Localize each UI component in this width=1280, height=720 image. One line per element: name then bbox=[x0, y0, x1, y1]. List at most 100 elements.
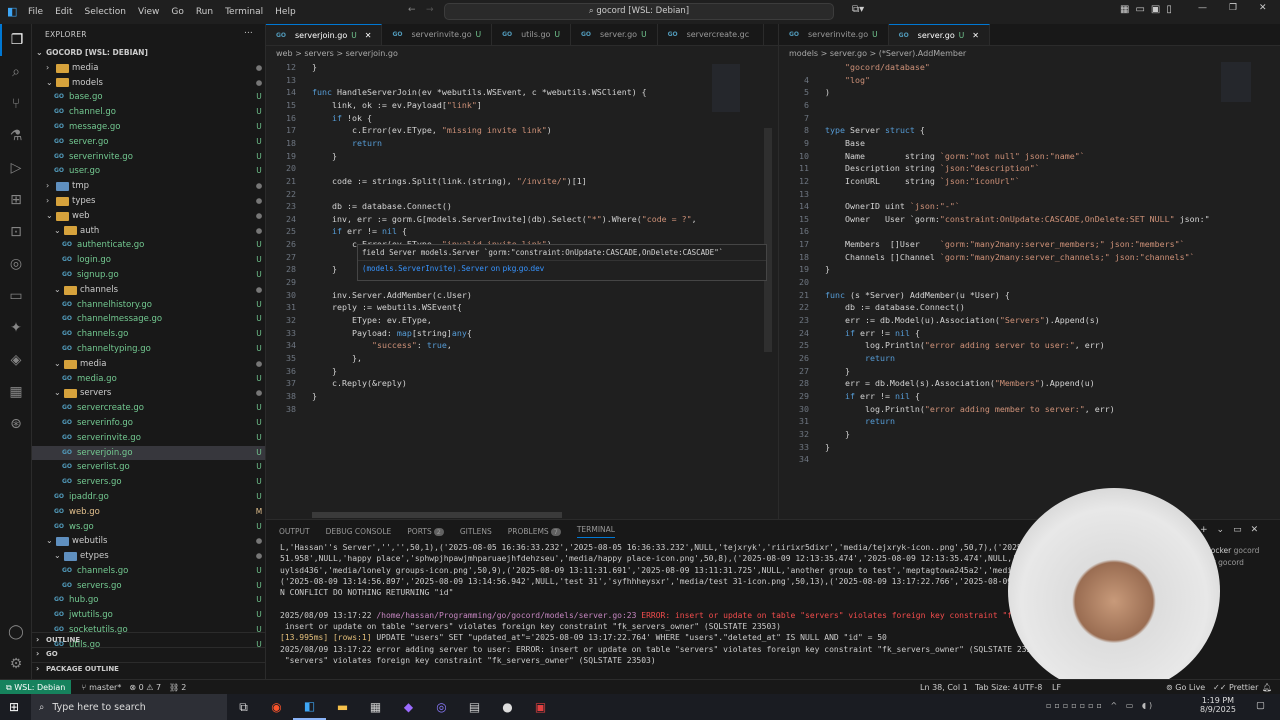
task-view-icon[interactable]: ⧉ bbox=[227, 694, 260, 720]
folder-item[interactable]: ⌄ media ● bbox=[32, 357, 265, 372]
close-window-icon[interactable]: ✕ bbox=[1259, 3, 1267, 13]
folder-item[interactable]: ⌄ etypes ● bbox=[32, 549, 265, 564]
section-outline[interactable]: › OUTLINE bbox=[32, 632, 265, 647]
more-actions-icon[interactable]: ⋯ bbox=[244, 28, 253, 38]
command-center-search[interactable]: ⌕ gocord [WSL: Debian] bbox=[444, 3, 834, 20]
menu-help[interactable]: Help bbox=[269, 7, 302, 17]
file-explorer-icon[interactable]: ▬ bbox=[326, 694, 359, 720]
app-icon-2[interactable]: ◆ bbox=[392, 694, 425, 720]
vertical-scrollbar-left[interactable] bbox=[764, 128, 772, 352]
back-arrow-icon[interactable]: ← bbox=[408, 5, 416, 15]
folder-item[interactable]: ⌄ webutils ● bbox=[32, 534, 265, 549]
cursor-position[interactable]: Ln 38, Col 1 bbox=[920, 683, 968, 692]
file-item[interactable]: GO hub.go U bbox=[32, 593, 265, 608]
section-go[interactable]: › GO bbox=[32, 646, 265, 662]
ports-status[interactable]: 2 bbox=[181, 683, 186, 692]
file-item[interactable]: GO channels.go U bbox=[32, 327, 265, 342]
notifications-bell-icon[interactable]: 🔔︎ bbox=[1262, 683, 1272, 692]
file-item[interactable]: GO signup.go U bbox=[32, 268, 265, 283]
github-icon[interactable]: ● bbox=[491, 694, 524, 720]
file-item[interactable]: GO base.go U bbox=[32, 90, 265, 105]
menu-run[interactable]: Run bbox=[190, 7, 219, 17]
minimize-icon[interactable]: — bbox=[1198, 3, 1207, 13]
python-icon[interactable]: ✦ bbox=[0, 312, 32, 344]
panel-tab-gitlens[interactable]: GITLENS bbox=[460, 527, 492, 536]
menu-file[interactable]: File bbox=[22, 7, 49, 17]
hover-pkg-link[interactable]: on pkg.go.dev bbox=[488, 264, 544, 273]
workspace-root[interactable]: ⌄ GOCORD [WSL: DEBIAN] bbox=[32, 46, 265, 61]
file-item[interactable]: GO servers.go U bbox=[32, 579, 265, 594]
app-icon-3[interactable]: ▣ bbox=[524, 694, 557, 720]
panel-tab-ports[interactable]: PORTS 2 bbox=[407, 527, 444, 536]
layout-icons[interactable]: ▦▭▣▯ bbox=[1120, 4, 1178, 15]
editor-tab[interactable]: GO serverinvite.go U bbox=[779, 24, 889, 45]
panel-tab-debug-console[interactable]: DEBUG CONSOLE bbox=[326, 527, 392, 536]
file-item[interactable]: GO serverinvite.go U bbox=[32, 431, 265, 446]
file-item[interactable]: GO ipaddr.go U bbox=[32, 490, 265, 505]
file-item[interactable]: GO jwtutils.go U bbox=[32, 608, 265, 623]
folder-item[interactable]: › tmp ● bbox=[32, 179, 265, 194]
file-item[interactable]: GO serverinfo.go U bbox=[32, 416, 265, 431]
clock[interactable]: 1:19 PM 8/9/2025 bbox=[1200, 696, 1236, 714]
file-item[interactable]: GO media.go U bbox=[32, 372, 265, 387]
run-debug-icon[interactable]: ▷ bbox=[0, 152, 32, 184]
forward-arrow-icon[interactable]: → bbox=[426, 5, 434, 15]
file-item[interactable]: GO serverjoin.go U bbox=[32, 445, 265, 461]
file-item[interactable]: GO web.go M bbox=[32, 505, 265, 520]
brave-browser-icon[interactable]: ◉ bbox=[260, 694, 293, 720]
search-view-icon[interactable]: ⌕ bbox=[0, 56, 32, 88]
remote-indicator[interactable]: ⧉ WSL: Debian bbox=[0, 679, 72, 695]
panel-tab-output[interactable]: OUTPUT bbox=[279, 527, 310, 536]
menu-selection[interactable]: Selection bbox=[79, 7, 132, 17]
file-item[interactable]: GO channeltyping.go U bbox=[32, 342, 265, 357]
file-item[interactable]: GO channelmessage.go U bbox=[32, 312, 265, 327]
restore-icon[interactable]: ❐ bbox=[1229, 3, 1237, 13]
gitlens-icon[interactable]: ◎ bbox=[0, 248, 32, 280]
terminal-instance[interactable]: docker gocord bbox=[1206, 546, 1280, 558]
docker-icon[interactable]: ◈ bbox=[0, 344, 32, 376]
encoding[interactable]: UTF-8 bbox=[1019, 683, 1042, 692]
vscode-taskbar-icon[interactable]: ◧ bbox=[293, 694, 326, 720]
database-icon[interactable]: ⊛ bbox=[0, 408, 32, 440]
file-item[interactable]: GO message.go U bbox=[32, 120, 265, 135]
testing-icon[interactable]: ⚗ bbox=[0, 120, 32, 152]
terminal-app-icon[interactable]: ▤ bbox=[458, 694, 491, 720]
file-item[interactable]: GO ws.go U bbox=[32, 520, 265, 535]
horizontal-scrollbar-left[interactable] bbox=[312, 512, 562, 518]
code-editor-left[interactable]: 12} 13 14 func HandleServerJoin(ev *webutil… bbox=[266, 62, 778, 512]
editor-tab[interactable]: GO servercreate.gc bbox=[658, 24, 765, 45]
close-tab-icon[interactable]: ✕ bbox=[365, 31, 372, 40]
folder-item[interactable]: ⌄ channels ● bbox=[32, 283, 265, 298]
prettier[interactable]: ✓✓ Prettier bbox=[1213, 683, 1258, 692]
panel-tab-terminal[interactable]: TERMINAL bbox=[576, 525, 615, 538]
file-item[interactable]: GO serverlist.go U bbox=[32, 460, 265, 475]
file-item[interactable]: GO servercreate.go U bbox=[32, 401, 265, 416]
editor-tab[interactable]: GO serverjoin.go U ✕ bbox=[266, 24, 383, 45]
folder-item[interactable]: ⌄ auth ● bbox=[32, 224, 265, 239]
explorer-icon[interactable]: ❐ bbox=[0, 24, 32, 56]
editor-tab[interactable]: GO utils.go U bbox=[492, 24, 571, 45]
file-item[interactable]: GO user.go U bbox=[32, 164, 265, 179]
terminal-controls[interactable]: +⌄▭✕ bbox=[1200, 525, 1267, 535]
panel-tab-problems[interactable]: PROBLEMS 7 bbox=[508, 527, 561, 536]
branch-status[interactable]: master* bbox=[89, 683, 121, 692]
app-icon-1[interactable]: ▦ bbox=[359, 694, 392, 720]
file-item[interactable]: GO login.go U bbox=[32, 253, 265, 268]
file-item[interactable]: GO channelhistory.go U bbox=[32, 298, 265, 313]
account-icon[interactable]: ◯ bbox=[0, 616, 32, 648]
containers-icon[interactable]: ▭ bbox=[0, 280, 32, 312]
file-item[interactable]: GO authenticate.go U bbox=[32, 238, 265, 253]
folder-item[interactable]: ⌄ servers ● bbox=[32, 386, 265, 401]
remote-explorer-icon[interactable]: ⊡ bbox=[0, 216, 32, 248]
menu-terminal[interactable]: Terminal bbox=[219, 7, 269, 17]
file-item[interactable]: GO servers.go U bbox=[32, 475, 265, 490]
hover-doc-link[interactable]: (models.ServerInvite).Server bbox=[362, 264, 488, 273]
windows-start-icon[interactable]: ⊞ bbox=[9, 700, 19, 714]
folder-item[interactable]: › types ● bbox=[32, 194, 265, 209]
folder-item[interactable]: › media ● bbox=[32, 61, 265, 76]
settings-gear-icon[interactable]: ⚙ bbox=[0, 648, 32, 680]
extensions-icon[interactable]: ⊞ bbox=[0, 184, 32, 216]
file-item[interactable]: GO channels.go U bbox=[32, 564, 265, 579]
file-item[interactable]: GO server.go U bbox=[32, 135, 265, 150]
menu-go[interactable]: Go bbox=[165, 7, 189, 17]
